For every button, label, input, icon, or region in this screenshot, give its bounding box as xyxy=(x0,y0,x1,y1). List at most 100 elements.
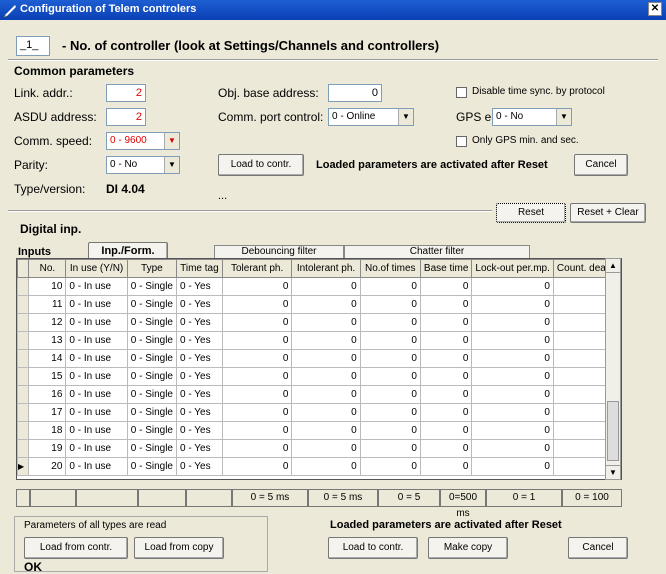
table-cell[interactable]: 0 xyxy=(471,385,554,404)
table-cell[interactable]: 0 - In use xyxy=(65,313,128,332)
bottom-load-to-controller-button[interactable]: Load to contr. xyxy=(328,537,418,559)
obj-base-address-input[interactable]: 0 xyxy=(328,84,382,102)
table-cell[interactable]: 0 - In use xyxy=(65,439,128,458)
table-cell[interactable]: 0 xyxy=(291,295,361,314)
table-cell[interactable]: 0 xyxy=(221,385,293,404)
load-to-controller-button[interactable]: Load to contr. xyxy=(218,154,304,176)
table-cell[interactable]: 0 xyxy=(291,403,361,422)
table-cell[interactable]: 0 - Yes xyxy=(176,349,223,368)
table-cell[interactable]: 0 - Single xyxy=(126,367,178,386)
table-cell[interactable]: 0 xyxy=(359,367,421,386)
chevron-down-icon[interactable]: ▼ xyxy=(556,109,571,125)
column-header[interactable]: No.of times xyxy=(359,259,421,278)
table-cell[interactable]: 0 - Single xyxy=(126,331,178,350)
table-cell[interactable]: 0 xyxy=(471,313,554,332)
chevron-down-icon[interactable]: ▼ xyxy=(164,133,179,149)
table-cell[interactable]: 0 xyxy=(221,277,293,296)
comm-speed-select[interactable]: 0 - 9600 ▼ xyxy=(106,132,180,150)
table-cell[interactable]: 0 - Yes xyxy=(176,313,223,332)
column-header[interactable]: In use (Y/N) xyxy=(65,259,128,278)
table-row[interactable]: 170 - In use0 - Single0 - Yes000000 xyxy=(17,403,621,422)
table-row[interactable]: 140 - In use0 - Single0 - Yes000000 xyxy=(17,349,621,368)
table-cell[interactable]: 0 - Single xyxy=(126,421,178,440)
table-cell[interactable]: 0 - In use xyxy=(65,367,128,386)
table-cell[interactable]: 0 xyxy=(419,403,473,422)
table-cell[interactable]: 0 xyxy=(419,277,473,296)
close-icon[interactable]: ✕ xyxy=(648,2,662,16)
table-row[interactable]: 180 - In use0 - Single0 - Yes000000 xyxy=(17,421,621,440)
table-cell[interactable]: 11 xyxy=(28,295,67,314)
table-cell[interactable]: 0 - Single xyxy=(126,277,178,296)
table-cell[interactable]: 0 - Single xyxy=(126,313,178,332)
table-cell[interactable]: 0 - Yes xyxy=(176,457,223,476)
table-cell[interactable]: 0 xyxy=(221,439,293,458)
table-cell[interactable]: 0 - In use xyxy=(65,295,128,314)
table-cell[interactable]: 0 - Yes xyxy=(176,277,223,296)
table-cell[interactable]: 0 - Single xyxy=(126,403,178,422)
table-cell[interactable]: 0 - Yes xyxy=(176,385,223,404)
reset-clear-button[interactable]: Reset + Clear xyxy=(570,203,646,223)
table-cell[interactable]: 0 xyxy=(359,313,421,332)
table-cell[interactable]: 0 xyxy=(419,367,473,386)
parity-select[interactable]: 0 - No ▼ xyxy=(106,156,180,174)
table-cell[interactable]: 0 xyxy=(221,349,293,368)
chevron-down-icon[interactable]: ▼ xyxy=(164,157,179,173)
table-cell[interactable]: 0 - Yes xyxy=(176,367,223,386)
scroll-up-icon[interactable]: ▲ xyxy=(606,259,620,273)
table-cell[interactable]: 0 xyxy=(291,277,361,296)
table-cell[interactable]: 0 xyxy=(419,295,473,314)
table-cell[interactable]: 0 xyxy=(471,277,554,296)
make-copy-button[interactable]: Make copy xyxy=(428,537,508,559)
table-cell[interactable]: 18 xyxy=(28,421,67,440)
table-row[interactable]: 190 - In use0 - Single0 - Yes000000 xyxy=(17,439,621,458)
table-cell[interactable]: 0 - Yes xyxy=(176,439,223,458)
table-cell[interactable]: 0 xyxy=(291,313,361,332)
table-cell[interactable]: 0 - In use xyxy=(65,331,128,350)
table-cell[interactable]: 0 xyxy=(291,331,361,350)
table-cell[interactable]: 0 xyxy=(221,313,293,332)
table-cell[interactable]: 0 xyxy=(359,457,421,476)
table-cell[interactable]: 0 xyxy=(471,457,554,476)
table-cell[interactable]: 0 xyxy=(291,385,361,404)
table-cell[interactable]: 13 xyxy=(28,331,67,350)
table-cell[interactable]: 0 - Yes xyxy=(176,331,223,350)
bottom-cancel-button[interactable]: Cancel xyxy=(568,537,628,559)
table-cell[interactable]: 16 xyxy=(28,385,67,404)
table-row[interactable]: 120 - In use0 - Single0 - Yes000000 xyxy=(17,313,621,332)
table-cell[interactable]: 0 xyxy=(419,313,473,332)
table-cell[interactable]: 0 xyxy=(471,439,554,458)
table-cell[interactable]: 0 xyxy=(221,295,293,314)
controller-number-input[interactable]: _1_ xyxy=(16,36,50,56)
table-cell[interactable]: 10 xyxy=(28,277,67,296)
table-row[interactable]: 110 - In use0 - Single0 - Yes000000 xyxy=(17,295,621,314)
table-cell[interactable]: 0 xyxy=(291,421,361,440)
table-cell[interactable]: 0 xyxy=(359,439,421,458)
gps-select[interactable]: 0 - No ▼ xyxy=(492,108,572,126)
table-cell[interactable]: 0 - Single xyxy=(126,385,178,404)
table-cell[interactable]: 0 - In use xyxy=(65,385,128,404)
table-cell[interactable]: 0 xyxy=(419,349,473,368)
table-cell[interactable]: 0 - In use xyxy=(65,421,128,440)
load-from-controller-button[interactable]: Load from contr. xyxy=(24,537,128,559)
table-row[interactable]: 100 - In use0 - Single0 - Yes000000 xyxy=(17,277,621,296)
asdu-address-input[interactable]: 2 xyxy=(106,108,146,126)
table-cell[interactable]: 0 xyxy=(359,421,421,440)
reset-button[interactable]: Reset xyxy=(496,203,566,223)
table-cell[interactable]: 0 xyxy=(471,331,554,350)
table-cell[interactable]: 0 xyxy=(291,457,361,476)
table-cell[interactable]: 0 xyxy=(419,421,473,440)
table-cell[interactable]: 0 xyxy=(291,367,361,386)
table-cell[interactable]: 0 xyxy=(291,349,361,368)
column-header[interactable]: Tolerant ph. xyxy=(221,259,293,278)
table-cell[interactable]: 0 xyxy=(419,331,473,350)
column-header[interactable]: Intolerant ph. xyxy=(291,259,361,278)
table-cell[interactable]: 0 xyxy=(221,331,293,350)
column-header[interactable]: Type xyxy=(126,259,178,278)
table-cell[interactable]: 0 - In use xyxy=(65,349,128,368)
table-cell[interactable]: 0 - In use xyxy=(65,277,128,296)
comm-port-control-select[interactable]: 0 - Online ▼ xyxy=(328,108,414,126)
table-cell[interactable]: 0 - Single xyxy=(126,295,178,314)
table-row[interactable]: 150 - In use0 - Single0 - Yes000000 xyxy=(17,367,621,386)
column-header[interactable]: Time tag xyxy=(176,259,223,278)
scroll-thumb[interactable] xyxy=(607,401,619,461)
